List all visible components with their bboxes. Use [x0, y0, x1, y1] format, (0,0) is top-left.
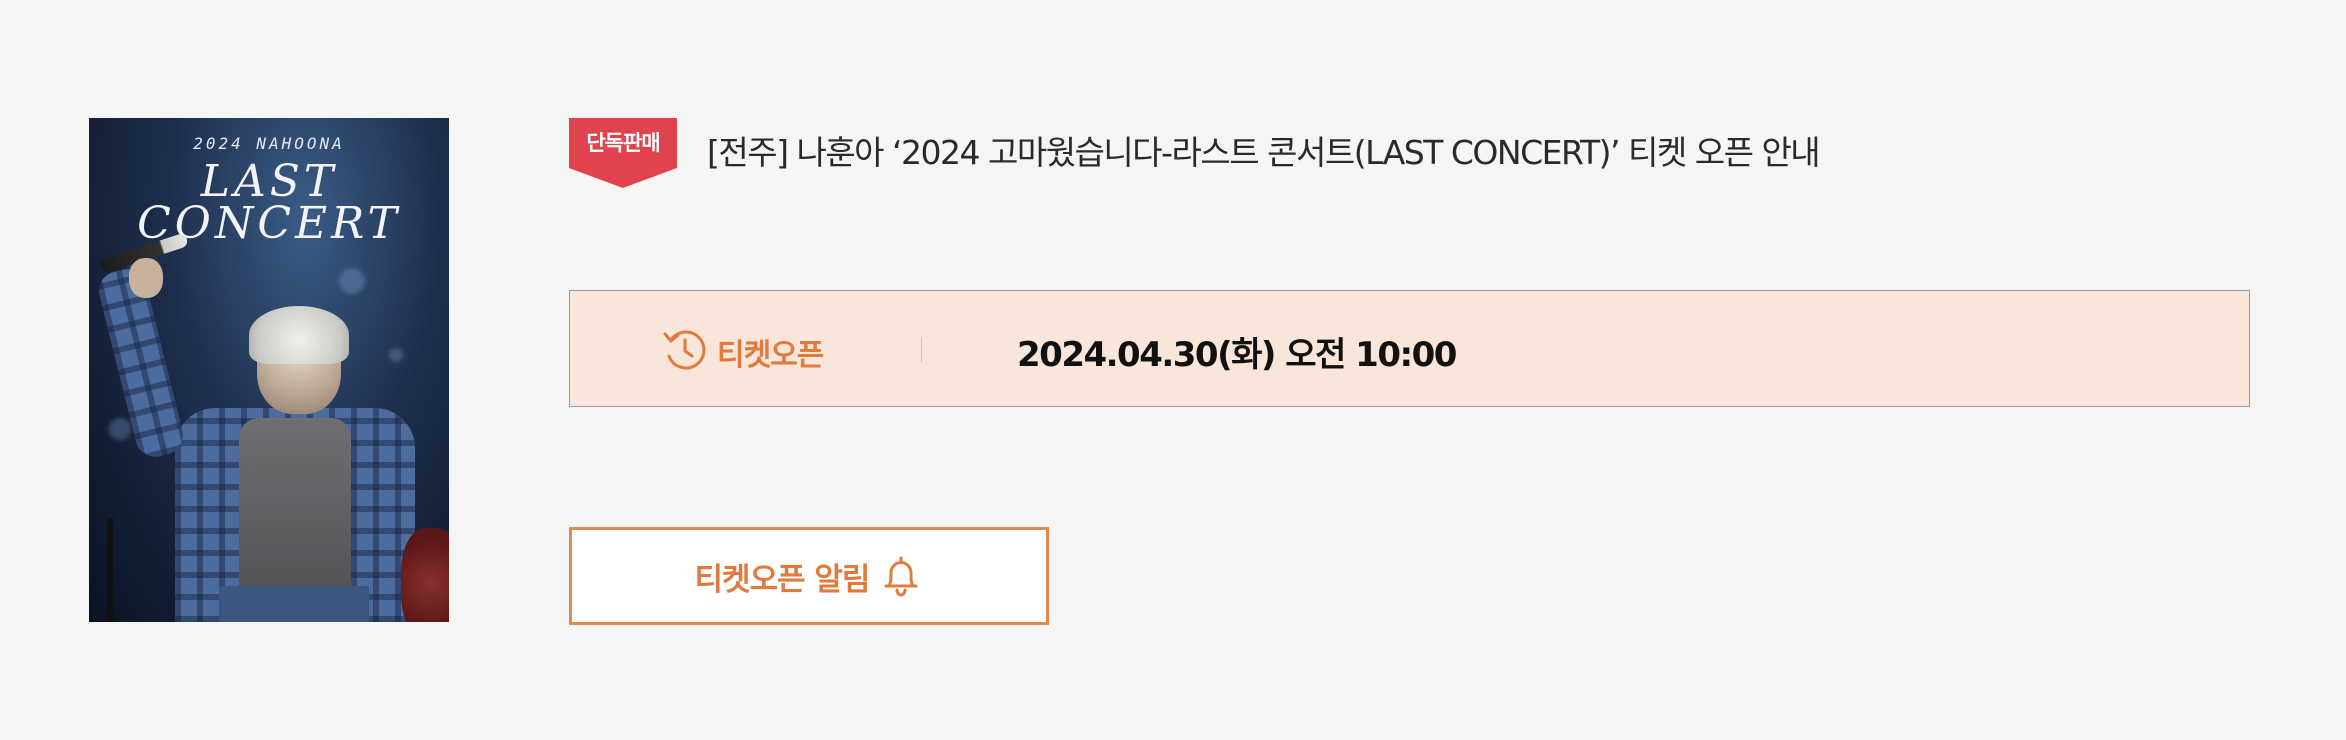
guitar-icon	[401, 528, 449, 622]
event-title: [전주] 나훈아 ‘2024 고마웠습니다-라스트 콘서트(LAST CONCE…	[707, 133, 1821, 172]
ticket-open-datetime: 2024.04.30(화) 오전 10:00	[1017, 335, 1457, 375]
ticket-open-alert-button[interactable]: 티켓오픈 알림	[569, 527, 1049, 625]
poster-light-spot	[109, 418, 131, 440]
poster-year-line: 2024 NAHOONA	[193, 134, 345, 153]
exclusive-sale-badge: 단독판매	[569, 118, 677, 188]
poster-figure-hand	[129, 258, 163, 298]
poster-figure-hair	[249, 306, 349, 364]
mic-stand-icon	[107, 518, 113, 622]
badge-label: 단독판매	[586, 131, 660, 155]
ticket-open-info: 티켓오픈 2024.04.30(화) 오전 10:00	[569, 290, 2250, 407]
poster-figure-shirt	[239, 418, 351, 588]
poster-light-spot	[389, 348, 403, 362]
poster-title-line2: CONCERT	[137, 198, 401, 249]
divider	[921, 337, 922, 363]
ticket-open-label: 티켓오픈	[717, 338, 824, 373]
concert-poster: 2024 NAHOONA LAST CONCERT	[89, 118, 449, 622]
poster-light-spot	[339, 268, 365, 294]
alert-button-label: 티켓오픈 알림	[694, 561, 871, 598]
poster-figure-jeans	[219, 586, 369, 622]
history-clock-icon	[663, 330, 706, 370]
bell-icon	[884, 556, 918, 597]
